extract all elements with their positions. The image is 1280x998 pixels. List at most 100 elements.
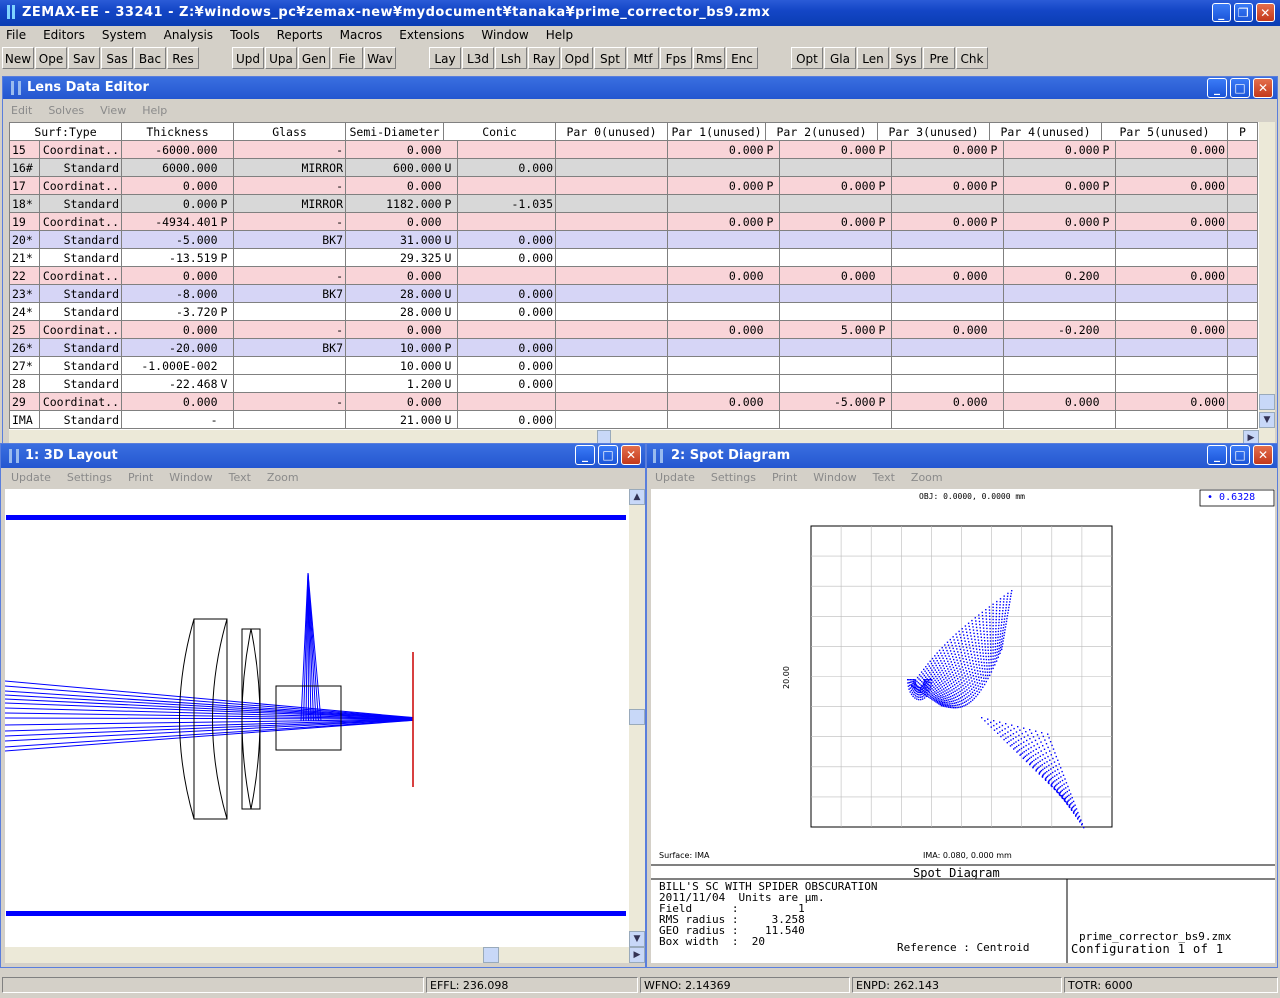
menu-extensions[interactable]: Extensions (399, 28, 464, 42)
cell-p4[interactable]: 0.000 (1003, 392, 1102, 411)
cell-gl[interactable] (233, 410, 346, 429)
toolbar-fps-button[interactable]: Fps (660, 47, 692, 69)
cell-p1s[interactable]: P (765, 212, 780, 231)
cell-p5[interactable] (1115, 194, 1228, 213)
cell-p1s[interactable] (765, 248, 780, 267)
cell-co[interactable]: 0.000 (457, 374, 556, 393)
spot-menu-zoom[interactable]: Zoom (911, 471, 943, 484)
cell-p2[interactable] (779, 194, 878, 213)
cell-p3[interactable]: 0.000 (891, 212, 990, 231)
cell-p3[interactable] (891, 356, 990, 375)
toolbar-l3d-button[interactable]: L3d (462, 47, 494, 69)
cell-p3s[interactable] (989, 230, 1004, 249)
cell-p3s[interactable] (989, 320, 1004, 339)
cell-p4s[interactable] (1101, 194, 1116, 213)
column-header[interactable]: Semi-Diameter (345, 122, 444, 141)
cell-type[interactable]: Standard (39, 374, 122, 393)
cell-sd[interactable]: 0.000 (345, 392, 444, 411)
cell-p3[interactable]: 0.000 (891, 392, 990, 411)
cell-p3s[interactable] (989, 410, 1004, 429)
cell-p4s[interactable] (1101, 356, 1116, 375)
menu-window[interactable]: Window (481, 28, 528, 42)
cell-th[interactable]: -3.720 (121, 302, 220, 321)
table-row[interactable]: 18* Standard 0.000 P MIRROR 1182.000 P -1.035 (9, 194, 1258, 213)
cell-p2s[interactable]: P (877, 392, 892, 411)
cell-p1[interactable]: 0.000 (667, 392, 766, 411)
menu-system[interactable]: System (102, 28, 147, 42)
cell-s[interactable]: 22 (9, 266, 40, 285)
toolbar-res-button[interactable]: Res (167, 47, 199, 69)
cell-p2[interactable]: 0.000 (779, 140, 878, 159)
cell-type[interactable]: Standard (39, 230, 122, 249)
cell-s[interactable]: 25 (9, 320, 40, 339)
cell-p3s[interactable] (989, 392, 1004, 411)
layout-menu-zoom[interactable]: Zoom (267, 471, 299, 484)
cell-empty[interactable] (1227, 284, 1258, 303)
cell-gl[interactable] (233, 248, 346, 267)
cell-p5[interactable] (1115, 302, 1228, 321)
cell-p3s[interactable] (989, 302, 1004, 321)
table-row[interactable]: 26* Standard -20.000 BK7 10.000 P 0.000 (9, 338, 1258, 357)
scroll-up-arrow[interactable]: ▲ (629, 489, 645, 505)
cell-gl[interactable] (233, 302, 346, 321)
cell-p4s[interactable] (1101, 320, 1116, 339)
cell-p4s[interactable] (1101, 338, 1116, 357)
cell-type[interactable]: Standard (39, 158, 122, 177)
toolbar-bac-button[interactable]: Bac (134, 47, 166, 69)
cell-empty[interactable] (1227, 176, 1258, 195)
column-header[interactable]: Par 0(unused) (555, 122, 668, 141)
cell-gl[interactable]: BK7 (233, 284, 346, 303)
cell-p3[interactable] (891, 158, 990, 177)
toolbar-sas-button[interactable]: Sas (101, 47, 133, 69)
cell-th[interactable]: -8.000 (121, 284, 220, 303)
scroll-thumb-horizontal[interactable] (483, 947, 499, 963)
table-row[interactable]: 15 Coordinat.. -6000.000-0.000 0.000 P 0.000 P… (9, 140, 1258, 159)
cell-co[interactable] (457, 320, 556, 339)
cell-sds[interactable]: U (443, 284, 458, 303)
cell-sds[interactable]: U (443, 410, 458, 429)
cell-ths[interactable] (219, 410, 234, 429)
cell-sd[interactable]: 600.000 (345, 158, 444, 177)
cell-co[interactable]: 0.000 (457, 410, 556, 429)
cell-s[interactable]: 26* (9, 338, 40, 357)
column-header[interactable]: Par 3(unused) (877, 122, 990, 141)
cell-p1[interactable]: 0.000 (667, 212, 766, 231)
cell-s[interactable]: 28 (9, 374, 40, 393)
cell-th[interactable]: 0.000 (121, 392, 220, 411)
cell-p4[interactable] (1003, 284, 1102, 303)
cell-p3[interactable]: 0.000 (891, 140, 990, 159)
cell-p3s[interactable]: P (989, 212, 1004, 231)
layout-menu-print[interactable]: Print (128, 471, 153, 484)
cell-p1s[interactable] (765, 410, 780, 429)
cell-p2[interactable]: 5.000 (779, 320, 878, 339)
table-row[interactable]: 20* Standard -5.000 BK7 31.000 U 0.000 (9, 230, 1258, 249)
cell-empty[interactable] (555, 176, 668, 195)
cell-sds[interactable] (443, 212, 458, 231)
cell-p5[interactable]: 0.000 (1115, 212, 1228, 231)
toolbar-spt-button[interactable]: Spt (594, 47, 626, 69)
cell-p1s[interactable] (765, 266, 780, 285)
cell-p5[interactable]: 0.000 (1115, 176, 1228, 195)
cell-empty[interactable] (555, 212, 668, 231)
cell-empty[interactable] (555, 338, 668, 357)
lde-menu-edit[interactable]: Edit (11, 104, 32, 117)
cell-sd[interactable]: 0.000 (345, 212, 444, 231)
layout-close-button[interactable]: ✕ (621, 445, 641, 465)
cell-p4[interactable] (1003, 302, 1102, 321)
cell-empty[interactable] (555, 374, 668, 393)
cell-empty[interactable] (1227, 338, 1258, 357)
lde-close-button[interactable]: ✕ (1253, 78, 1273, 98)
table-row[interactable]: 17 Coordinat.. 0.000-0.000 0.000 P 0.000 P 0.00… (9, 176, 1258, 195)
cell-p4[interactable] (1003, 248, 1102, 267)
layout-maximize-button[interactable]: □ (598, 445, 618, 465)
table-row[interactable]: 28 Standard -22.468 V 1.200 U 0.000 (9, 374, 1258, 393)
cell-type[interactable]: Standard (39, 338, 122, 357)
cell-gl[interactable] (233, 356, 346, 375)
cell-empty[interactable] (1227, 266, 1258, 285)
cell-s[interactable]: IMA (9, 410, 40, 429)
cell-th[interactable]: 6000.000 (121, 158, 220, 177)
cell-co[interactable] (457, 392, 556, 411)
cell-sds[interactable]: U (443, 302, 458, 321)
cell-p1[interactable]: 0.000 (667, 266, 766, 285)
cell-sds[interactable] (443, 266, 458, 285)
